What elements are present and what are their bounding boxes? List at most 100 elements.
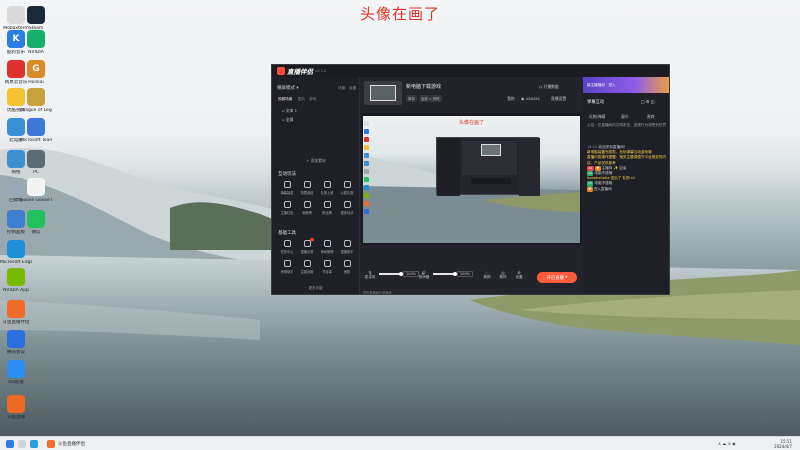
tool-button[interactable]: 心愿礼物: [338, 181, 356, 195]
tool-label: 心愿礼物: [340, 190, 354, 195]
system-tray-icons[interactable]: ∧ ☁ ⊙ ◉: [718, 441, 736, 446]
tool-button[interactable]: 主题设置: [298, 260, 316, 274]
tool-button[interactable]: 弹幕抽奖: [278, 181, 296, 195]
scene-label[interactable]: 场景: [338, 86, 345, 91]
preview-nested-app-window: [436, 137, 540, 196]
tab-game[interactable]: 游戏: [309, 97, 316, 102]
materials-button[interactable]: ▤ 素材: [497, 271, 509, 280]
stream-data-link[interactable]: ◷ 开播数据: [539, 84, 559, 90]
beauty-button[interactable]: ◌ 美颜: [481, 271, 493, 280]
desktop-icon[interactable]: League of Legends: [20, 88, 52, 113]
tab-audience[interactable]: 观众: [621, 114, 629, 120]
tab-video-scene[interactable]: 视频场景: [278, 97, 292, 102]
desktop-icon[interactable]: Microsoft Teams: [20, 118, 52, 143]
douyu-taskbar-icon[interactable]: [47, 440, 55, 448]
desktop-icon-label: Goose Goose Duck: [20, 198, 52, 203]
center-panel: 新电脑下载游戏 单机 全部 > 其他 ◷ 开播数据 我的 ◉ 428451 直播…: [361, 77, 582, 294]
desktop-app-icon: [7, 240, 25, 258]
tool-button[interactable]: 主播红包: [278, 201, 296, 215]
tool-icon: [283, 201, 291, 208]
panel-tool-icons[interactable]: □ ⚙ ◫: [641, 99, 655, 104]
desktop-icon[interactable]: Microsoft Edge: [0, 240, 32, 265]
tool-button[interactable]: 更多玩法: [338, 201, 356, 215]
desktop-icon[interactable]: G Honkai: [20, 60, 52, 85]
tool-icon: [303, 181, 311, 188]
left-settings-link[interactable]: 设置: [349, 86, 356, 91]
tool-button[interactable]: 房间管理: [318, 240, 336, 254]
subcategory-tag[interactable]: 全部 > 其他: [419, 95, 442, 102]
mic-control[interactable]: 🎙 麦克风: [363, 271, 377, 280]
overlay-title: 头像在画了: [359, 5, 440, 23]
add-source-button[interactable]: + 添加素材: [272, 158, 360, 164]
tool-label: 粉丝牌: [322, 210, 332, 215]
desktop-icon[interactable]: 腾讯会议: [0, 330, 32, 355]
app-logo: 直播伴侣 v3.3.4: [277, 67, 326, 76]
search-icon[interactable]: [18, 440, 26, 448]
stream-settings-link[interactable]: 直播设置: [551, 96, 566, 102]
desktop-icon[interactable]: NVIDIA: [20, 30, 52, 55]
speaker-control[interactable]: 🔊 扬声器: [417, 271, 431, 280]
tool-label: 直播助手: [340, 249, 354, 254]
preview-overlay-title: 头像在画了: [458, 120, 484, 126]
clock[interactable]: 15:51 2024/4/7: [774, 439, 792, 449]
tool-icon: [343, 240, 351, 247]
desktop-app-icon: [7, 395, 25, 413]
stream-title[interactable]: 新电脑下载游戏: [406, 83, 441, 90]
desktop-icon-label: League of Legends: [20, 108, 52, 113]
tool-button[interactable]: 粉丝牌: [318, 201, 336, 215]
desktop-icon[interactable]: 斗鱼直播伴侣: [0, 300, 32, 325]
speaker-volume-value[interactable]: 100%: [457, 271, 474, 277]
tool-label: 主播红包: [280, 210, 294, 215]
tool-label: 更多玩法: [340, 210, 354, 215]
tool-button[interactable]: 美颜: [338, 260, 356, 274]
mode-select[interactable]: 横屏模式 ▾: [277, 85, 299, 91]
desktop-icon[interactable]: PC: [20, 150, 52, 175]
speaker-volume-slider[interactable]: [433, 271, 457, 276]
tool-button[interactable]: 房管助手: [278, 260, 296, 274]
live-streaming-app-window[interactable]: 直播伴侣 v3.3.4 横屏模式 ▾ 场景 设置 视频场景 图片 游戏 ▫ 文本…: [271, 64, 670, 295]
tool-label: 主题设置: [300, 269, 314, 274]
tab-image[interactable]: 图片: [298, 97, 305, 102]
category-tag[interactable]: 单机: [406, 95, 417, 102]
desktop-icon[interactable]: Steam: [20, 6, 52, 31]
desktop-icon-label: Microsoft Teams: [20, 138, 52, 143]
chat-list[interactable]: 14:12 欢迎来到直播间！ 新电脑装置完成啦，在玩弹幕互动游戏哦 直播问答操作…: [587, 145, 669, 192]
desktop-icon[interactable]: Goose Goose Duck: [20, 178, 52, 203]
tab-gifts-danmu[interactable]: 礼物/弹幕: [589, 114, 605, 120]
tab-vip[interactable]: 贵宾: [647, 114, 655, 120]
tool-button[interactable]: 任务中心: [278, 240, 296, 254]
windows-taskbar: 斗鱼直播伴侣 ∧ ☁ ⊙ ◉ 15:51 2024/4/7: [0, 436, 800, 450]
tool-button[interactable]: 节目单: [318, 260, 336, 274]
tool-button[interactable]: 贡献榜: [298, 201, 316, 215]
scene-item-fullscreen[interactable]: ▫ 全屏: [282, 117, 293, 123]
tool-label: 投票竞猜: [300, 190, 314, 195]
stream-cover-thumbnail[interactable]: [364, 81, 402, 105]
stream-preview[interactable]: 头像在画了: [363, 116, 580, 243]
tool-button[interactable]: 直播记录: [298, 238, 316, 254]
tool-button[interactable]: 礼物上墙: [318, 181, 336, 195]
desktop-icon-label: NVIDIA App: [3, 288, 29, 293]
go-live-button[interactable]: 开启直播 ▾: [537, 272, 577, 283]
desktop-app-icon: [7, 268, 25, 286]
promo-banner[interactable]: 新主播福利 · 进入: [583, 77, 669, 93]
mic-volume-slider[interactable]: [379, 271, 403, 276]
tool-icon: [323, 181, 331, 188]
tool-icon: [323, 260, 331, 267]
edge-taskbar-icon[interactable]: [30, 440, 38, 448]
taskbar-app-label[interactable]: 斗鱼直播伴侣: [58, 441, 85, 447]
tool-button[interactable]: 投票竞猜: [298, 181, 316, 195]
desktop-icon[interactable]: NVIDIA App: [0, 268, 32, 293]
desktop-icon[interactable]: 斗鱼直播: [0, 395, 32, 420]
start-menu-icon[interactable]: [6, 440, 14, 448]
desktop-icon[interactable]: 微信: [20, 210, 52, 235]
scene-item-text[interactable]: ▫ 文本 1: [282, 108, 297, 114]
chat-item: 直播问答操作提醒：相关主题请遵守平台规定的内容，产品仅供参考: [587, 155, 667, 165]
desktop-icon[interactable]: UU加速: [0, 360, 32, 385]
tool-button[interactable]: 直播助手: [338, 240, 356, 254]
my-link[interactable]: 我的: [507, 96, 515, 102]
desktop-app-icon: [27, 30, 45, 48]
settings-button[interactable]: ⚙ 设置: [513, 271, 525, 280]
more-features-link[interactable]: ··· 更多功能: [304, 286, 322, 291]
desktop-icon-label: 腾讯会议: [7, 350, 25, 355]
app-title-bar[interactable]: 直播伴侣 v3.3.4: [272, 65, 669, 77]
